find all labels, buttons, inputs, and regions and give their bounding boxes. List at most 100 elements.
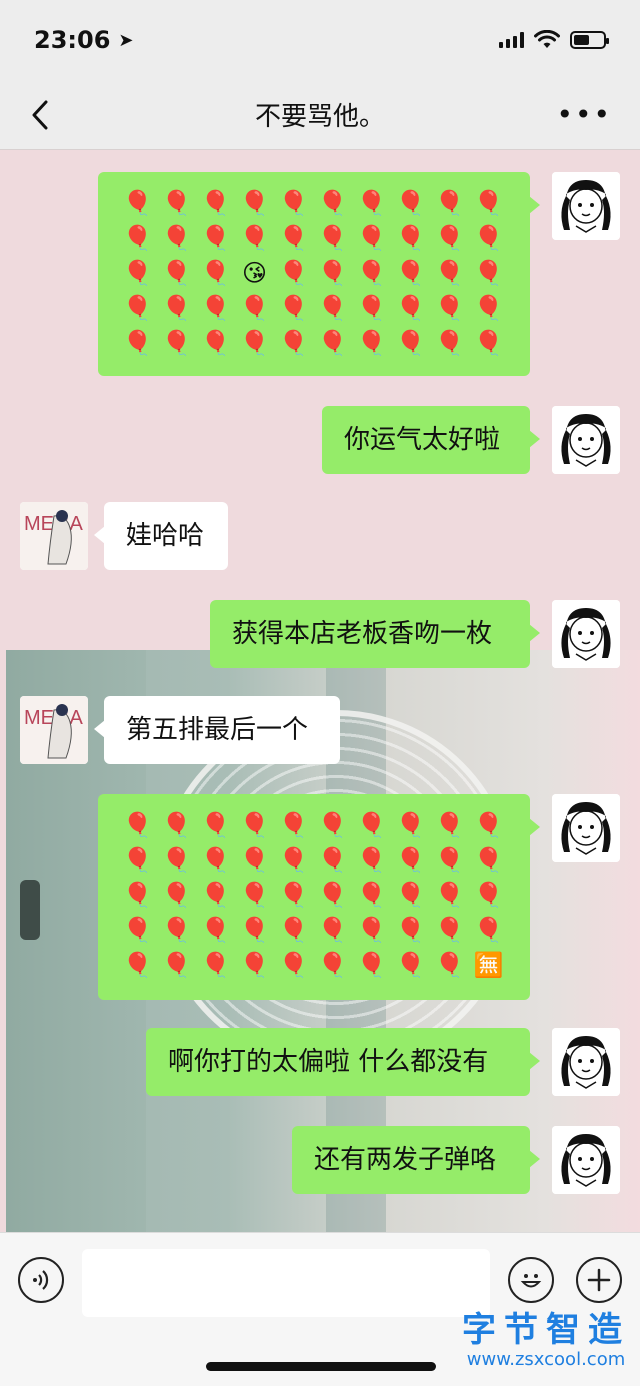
- balloon-icon: 🎈: [161, 294, 192, 322]
- status-indicators: [499, 30, 609, 50]
- balloon-icon: 🎈: [395, 189, 426, 217]
- balloon-icon: 🎈: [356, 329, 387, 357]
- balloon-icon: 🎈: [356, 951, 387, 979]
- girl-avatar-icon: [552, 794, 620, 862]
- message-bubble[interactable]: 还有两发子弹咯: [292, 1126, 540, 1194]
- balloon-icon: 🎈: [434, 294, 465, 322]
- balloon-icon: 🎈: [122, 811, 153, 839]
- balloon-icon: 🎈: [395, 811, 426, 839]
- chat-area[interactable]: 🎈 🎈 🎈 🎈 🎈 🎈 🎈 🎈 🎈 🎈 🎈 🎈 🎈 🎈 🎈 🎈 🎈 🎈 🎈 🎈 🎈 🎈 🎈 😘 🎈 🎈 🎈 🎈 🎈 🎈 🎈 🎈 🎈 🎈 🎈 🎈 🎈 🎈 🎈 🎈…: [0, 150, 640, 1232]
- balloon-icon: 🎈: [317, 259, 348, 287]
- message-bubble[interactable]: 获得本店老板香吻一枚: [210, 600, 540, 668]
- message-text: 啊你打的太偏啦 什么都没有: [168, 1047, 489, 1077]
- balloon-icon: 🎈: [473, 329, 504, 357]
- balloon-icon: 🎈: [200, 916, 231, 944]
- balloon-icon: 🎈: [473, 846, 504, 874]
- plus-button[interactable]: [576, 1257, 622, 1303]
- balloon-icon: 🎈: [161, 951, 192, 979]
- emoji-icon: [520, 1274, 542, 1288]
- balloon-icon: 🎈: [278, 881, 309, 909]
- my-avatar[interactable]: [552, 600, 620, 668]
- home-indicator[interactable]: [206, 1362, 436, 1371]
- balloon-icon: 🎈: [395, 294, 426, 322]
- none-badge-icon: 🈚: [473, 951, 504, 979]
- balloon-icon: 🎈: [122, 951, 153, 979]
- balloon-icon: 🎈: [278, 189, 309, 217]
- balloon-icon: 🎈: [200, 811, 231, 839]
- balloon-icon: 🎈: [434, 329, 465, 357]
- message-bubble-balloon-grid[interactable]: 🎈 🎈 🎈 🎈 🎈 🎈 🎈 🎈 🎈 🎈 🎈 🎈 🎈 🎈 🎈 🎈 🎈 🎈 🎈 🎈 🎈 🎈 🎈 😘 🎈 🎈 🎈 🎈 🎈 🎈 🎈 🎈 🎈 🎈 🎈 🎈 🎈 🎈 🎈 🎈…: [98, 172, 540, 376]
- contact-avatar-icon: MEGA B: [20, 502, 88, 570]
- balloon-icon: 🎈: [395, 224, 426, 252]
- balloon-icon: 🎈: [356, 189, 387, 217]
- balloon-icon: 🎈: [161, 811, 192, 839]
- balloon-grid: 🎈 🎈 🎈 🎈 🎈 🎈 🎈 🎈 🎈 🎈 🎈 🎈 🎈 🎈 🎈 🎈 🎈 🎈 🎈 🎈 🎈 🎈 🎈 😘 🎈 🎈 🎈 🎈 🎈 🎈 🎈 🎈 🎈 🎈 🎈 🎈 🎈 🎈 🎈 🎈…: [118, 186, 508, 361]
- balloon-icon: 🎈: [122, 259, 153, 287]
- message-bubble[interactable]: 你运气太好啦: [322, 406, 540, 474]
- message-text: 你运气太好啦: [344, 425, 501, 455]
- balloon-icon: 🎈: [473, 189, 504, 217]
- message-bubble[interactable]: 第五排最后一个: [94, 696, 340, 764]
- balloon-icon: 🎈: [278, 846, 309, 874]
- balloon-icon: 🎈: [356, 811, 387, 839]
- balloon-icon: 🎈: [239, 294, 270, 322]
- girl-avatar-icon: [552, 1028, 620, 1096]
- plus-icon: [587, 1268, 611, 1292]
- girl-avatar-icon: [552, 172, 620, 240]
- balloon-icon: 🎈: [122, 881, 153, 909]
- balloon-icon: 🎈: [122, 846, 153, 874]
- balloon-icon: 🎈: [434, 951, 465, 979]
- balloon-icon: 🎈: [239, 189, 270, 217]
- balloon-icon: 🎈: [317, 916, 348, 944]
- background-door-handle: [20, 880, 40, 940]
- balloon-icon: 🎈: [356, 259, 387, 287]
- balloon-icon: 🎈: [473, 881, 504, 909]
- balloon-icon: 🎈: [278, 224, 309, 252]
- balloon-icon: 🎈: [473, 259, 504, 287]
- message-text: 第五排最后一个: [126, 715, 309, 745]
- balloon-icon: 🎈: [317, 951, 348, 979]
- voice-button[interactable]: [18, 1257, 64, 1303]
- balloon-icon: 🎈: [356, 881, 387, 909]
- message-text: 娃哈哈: [126, 521, 205, 551]
- contact-avatar[interactable]: MEGA B: [20, 502, 88, 570]
- nav-bar: 不要骂他。 •••: [0, 80, 640, 150]
- my-avatar[interactable]: [552, 406, 620, 474]
- balloon-icon: 🎈: [200, 189, 231, 217]
- message-bubble[interactable]: 啊你打的太偏啦 什么都没有: [146, 1028, 540, 1096]
- girl-avatar-icon: [552, 600, 620, 668]
- emoji-button[interactable]: [508, 1257, 554, 1303]
- back-chevron-icon[interactable]: [24, 98, 58, 132]
- kiss-emoji-icon: 😘: [241, 259, 268, 287]
- balloon-icon: 🎈: [239, 811, 270, 839]
- balloon-grid: 🎈 🎈 🎈 🎈 🎈 🎈 🎈 🎈 🎈 🎈 🎈 🎈 🎈 🎈 🎈 🎈 🎈 🎈 🎈 🎈 🎈 🎈 🎈 🎈 🎈 🎈 🎈 🎈 🎈 🎈 🎈 🎈 🎈 🎈 🎈 🎈 🎈 🎈 🎈 🎈…: [118, 808, 508, 983]
- balloon-icon: 🎈: [278, 329, 309, 357]
- message-text: 获得本店老板香吻一枚: [232, 619, 493, 649]
- contact-avatar[interactable]: MEGA B: [20, 696, 88, 764]
- balloon-icon: 🎈: [239, 916, 270, 944]
- balloon-icon: 🎈: [200, 329, 231, 357]
- balloon-icon: 🎈: [317, 189, 348, 217]
- my-avatar[interactable]: [552, 1126, 620, 1194]
- message-bubble[interactable]: 娃哈哈: [94, 502, 228, 570]
- balloon-icon: 🎈: [200, 294, 231, 322]
- balloon-icon: 🎈: [122, 916, 153, 944]
- my-avatar[interactable]: [552, 1028, 620, 1096]
- status-time: 23:06: [34, 26, 111, 54]
- balloon-icon: 🎈: [278, 294, 309, 322]
- message-input[interactable]: [82, 1249, 490, 1317]
- balloon-icon: 🎈: [200, 846, 231, 874]
- message-bubble-balloon-grid[interactable]: 🎈 🎈 🎈 🎈 🎈 🎈 🎈 🎈 🎈 🎈 🎈 🎈 🎈 🎈 🎈 🎈 🎈 🎈 🎈 🎈 🎈 🎈 🎈 🎈 🎈 🎈 🎈 🎈 🎈 🎈 🎈 🎈 🎈 🎈 🎈 🎈 🎈 🎈 🎈 🎈…: [98, 794, 540, 1000]
- girl-avatar-icon: [552, 1126, 620, 1194]
- balloon-icon: 🎈: [434, 259, 465, 287]
- my-avatar[interactable]: [552, 172, 620, 240]
- contact-avatar-icon: MEGA B: [20, 696, 88, 764]
- voice-icon: [33, 1270, 49, 1290]
- my-avatar[interactable]: [552, 794, 620, 862]
- more-options-icon[interactable]: •••: [556, 100, 612, 130]
- balloon-icon: 🎈: [473, 916, 504, 944]
- balloon-icon: 🎈: [239, 329, 270, 357]
- balloon-icon: 🎈: [395, 846, 426, 874]
- battery-icon: [570, 31, 609, 49]
- balloon-icon: 🎈: [317, 294, 348, 322]
